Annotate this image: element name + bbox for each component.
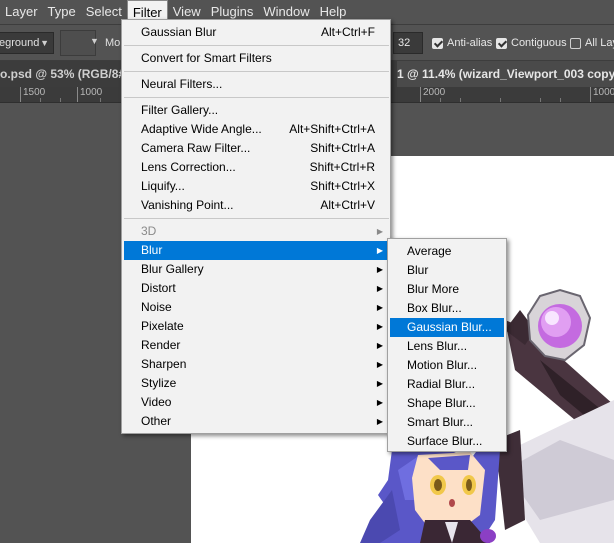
submenu-arrow-icon: ▶: [376, 227, 383, 236]
menu-item-label: Convert for Smart Filters: [141, 51, 272, 65]
menu-divider: [124, 71, 389, 72]
submenu-arrow-icon: ▶: [376, 417, 383, 426]
chevron-down-icon: ▼: [40, 38, 49, 48]
menu-layer[interactable]: Layer: [0, 0, 43, 24]
submenu-arrow-icon: ▶: [376, 284, 383, 293]
menu-item-label: Vanishing Point...: [141, 198, 234, 212]
menu-item-label: Camera Raw Filter...: [141, 141, 251, 155]
ruler-label: 1500: [20, 87, 45, 102]
menu-item-label: Liquify...: [141, 179, 185, 193]
menu-item-label: Pixelate: [141, 319, 184, 333]
mode-label: Mo: [105, 37, 121, 49]
menu-item-noise[interactable]: Noise ▶: [124, 298, 389, 317]
submenu-item-gaussian-blur[interactable]: Gaussian Blur...: [390, 318, 504, 337]
menu-item-last-filter[interactable]: Gaussian Blur Alt+Ctrl+F: [124, 23, 389, 42]
filter-menu: Gaussian Blur Alt+Ctrl+F Convert for Sma…: [121, 19, 391, 434]
submenu-item-average[interactable]: Average: [390, 242, 504, 261]
anti-alias-label: Anti-alias: [447, 37, 493, 49]
menu-item-label: 3D: [141, 224, 157, 238]
menu-item-label: Stylize: [141, 376, 177, 390]
menu-item-label: Render: [141, 338, 181, 352]
submenu-item-box-blur[interactable]: Box Blur...: [390, 299, 504, 318]
menu-item-other[interactable]: Other ▶: [124, 412, 389, 431]
menu-item-render[interactable]: Render ▶: [124, 336, 389, 355]
menu-item-pixelate[interactable]: Pixelate ▶: [124, 317, 389, 336]
submenu-arrow-icon: ▶: [376, 379, 383, 388]
submenu-item-surface-blur[interactable]: Surface Blur...: [390, 432, 504, 451]
menu-item-camera-raw[interactable]: Camera Raw Filter... Shift+Ctrl+A: [124, 139, 389, 158]
shortcut-label: Alt+Ctrl+V: [320, 198, 375, 212]
menu-item-label: Other: [141, 414, 172, 428]
anti-alias-checkbox[interactable]: Anti-alias: [432, 37, 492, 49]
menu-item-label: Adaptive Wide Angle...: [141, 122, 262, 136]
submenu-item-blur[interactable]: Blur: [390, 261, 504, 280]
menu-divider: [124, 97, 389, 98]
menu-select[interactable]: Select: [81, 0, 127, 24]
menu-item-lens-correction[interactable]: Lens Correction... Shift+Ctrl+R: [124, 158, 389, 177]
shortcut-label: Alt+Ctrl+F: [320, 25, 375, 39]
submenu-item-radial-blur[interactable]: Radial Blur...: [390, 375, 504, 394]
menu-item-video[interactable]: Video ▶: [124, 393, 389, 412]
shortcut-label: Shift+Ctrl+X: [310, 179, 375, 193]
submenu-arrow-icon: ▶: [376, 246, 383, 255]
menu-item-adaptive-wide-angle[interactable]: Adaptive Wide Angle... Alt+Shift+Ctrl+A: [124, 120, 389, 139]
submenu-item-motion-blur[interactable]: Motion Blur...: [390, 356, 504, 375]
all-layers-checkbox[interactable]: All Lay: [570, 37, 614, 49]
contiguous-checkbox[interactable]: Contiguous: [496, 37, 567, 49]
checkbox-checked-icon: [432, 37, 443, 49]
menu-type[interactable]: Type: [43, 0, 81, 24]
menu-item-label: Distort: [141, 281, 176, 295]
menu-item-label: Blur Gallery: [141, 262, 204, 276]
menu-item-vanishing-point[interactable]: Vanishing Point... Alt+Ctrl+V: [124, 196, 389, 215]
checkbox-checked-icon: [496, 37, 507, 49]
menu-item-stylize[interactable]: Stylize ▶: [124, 374, 389, 393]
contiguous-label: Contiguous: [511, 37, 567, 49]
fill-source-value: eground: [0, 37, 40, 49]
menu-item-convert-smart-filters[interactable]: Convert for Smart Filters: [124, 49, 389, 68]
menu-item-label: Noise: [141, 300, 172, 314]
submenu-item-lens-blur[interactable]: Lens Blur...: [390, 337, 504, 356]
shortcut-label: Shift+Ctrl+A: [310, 141, 375, 155]
submenu-arrow-icon: ▶: [376, 322, 383, 331]
submenu-item-smart-blur[interactable]: Smart Blur...: [390, 413, 504, 432]
ruler-label: 1000: [77, 87, 102, 102]
menu-item-liquify[interactable]: Liquify... Shift+Ctrl+X: [124, 177, 389, 196]
menu-item-label: Filter Gallery...: [141, 103, 219, 117]
menu-item-label: Video: [141, 395, 172, 409]
ruler-label: 2000: [420, 87, 445, 102]
ruler-label: 1000: [590, 87, 614, 102]
menu-item-label: Neural Filters...: [141, 77, 223, 91]
menu-divider: [124, 218, 389, 219]
menu-item-filter-gallery[interactable]: Filter Gallery...: [124, 101, 389, 120]
submenu-item-shape-blur[interactable]: Shape Blur...: [390, 394, 504, 413]
chevron-down-icon[interactable]: ▼: [90, 36, 99, 46]
submenu-item-blur-more[interactable]: Blur More: [390, 280, 504, 299]
menu-item-3d: 3D ▶: [124, 222, 389, 241]
document-tab-left[interactable]: o.psd @ 53% (RGB/8#) *: [0, 61, 122, 87]
shortcut-label: Alt+Shift+Ctrl+A: [289, 122, 375, 136]
shortcut-label: Shift+Ctrl+R: [309, 160, 375, 174]
submenu-arrow-icon: ▶: [376, 341, 383, 350]
menu-item-blur[interactable]: Blur ▶: [124, 241, 389, 260]
menu-item-label: Gaussian Blur: [141, 25, 217, 39]
submenu-arrow-icon: ▶: [376, 265, 383, 274]
menu-item-label: Sharpen: [141, 357, 187, 371]
submenu-arrow-icon: ▶: [376, 360, 383, 369]
menu-divider: [124, 45, 389, 46]
menu-item-distort[interactable]: Distort ▶: [124, 279, 389, 298]
fill-source-select[interactable]: eground ▼: [0, 32, 54, 54]
blur-submenu: Average Blur Blur More Box Blur... Gauss…: [387, 238, 507, 452]
menu-item-sharpen[interactable]: Sharpen ▶: [124, 355, 389, 374]
tolerance-input[interactable]: 32: [393, 32, 423, 54]
all-layers-label: All Lay: [585, 37, 614, 49]
menu-item-blur-gallery[interactable]: Blur Gallery ▶: [124, 260, 389, 279]
checkbox-unchecked-icon: [570, 37, 581, 49]
document-tab-active[interactable]: 1 @ 11.4% (wizard_Viewport_003 copy, RG: [397, 61, 614, 87]
menu-item-label: Blur: [141, 243, 163, 257]
menu-item-label: Lens Correction...: [141, 160, 236, 174]
menu-item-neural-filters[interactable]: Neural Filters...: [124, 75, 389, 94]
submenu-arrow-icon: ▶: [376, 398, 383, 407]
submenu-arrow-icon: ▶: [376, 303, 383, 312]
